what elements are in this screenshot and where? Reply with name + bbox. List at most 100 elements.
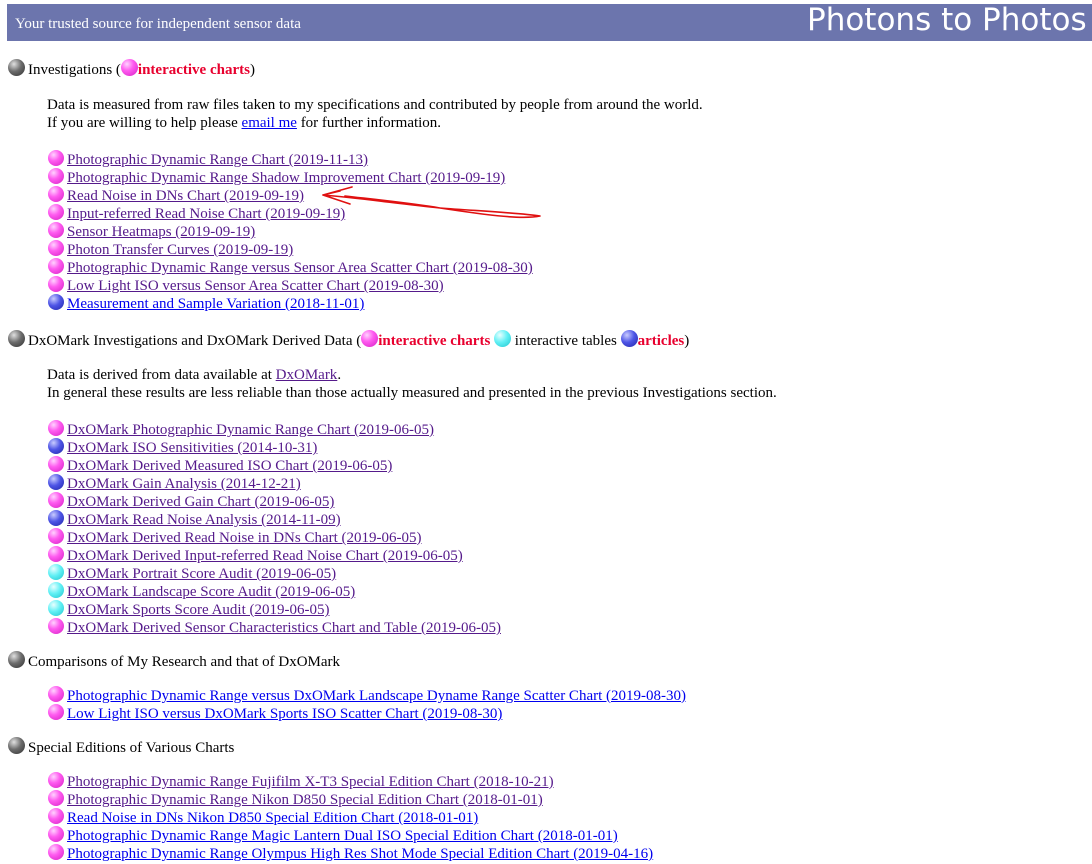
heading-text: Investigations (interactive charts) xyxy=(28,59,255,78)
dxomark-intro: Data is derived from data available at D… xyxy=(47,366,777,402)
chart-link[interactable]: Photographic Dynamic Range Olympus High … xyxy=(67,846,653,862)
interactive-tables-label: interactive tables xyxy=(511,333,621,349)
chart-link[interactable]: DxOMark Derived Sensor Characteristics C… xyxy=(67,620,501,636)
list-item[interactable]: Photographic Dynamic Range Chart (2019-1… xyxy=(48,150,368,168)
gray-ball-icon xyxy=(8,330,25,347)
chart-link[interactable]: Sensor Heatmaps (2019-09-19) xyxy=(67,224,255,240)
chart-link[interactable]: Low Light ISO versus DxOMark Sports ISO … xyxy=(67,706,502,722)
site-tagline: Your trusted source for independent sens… xyxy=(15,16,301,32)
list-item[interactable]: Measurement and Sample Variation (2018-1… xyxy=(48,294,364,312)
list-item[interactable]: DxOMark Landscape Score Audit (2019-06-0… xyxy=(48,582,355,600)
chart-link[interactable]: Read Noise in DNs Chart (2019-09-19) xyxy=(67,188,304,204)
chart-link[interactable]: Photographic Dynamic Range versus Sensor… xyxy=(67,260,533,276)
chart-link[interactable]: Input-referred Read Noise Chart (2019-09… xyxy=(67,206,345,222)
chart-link[interactable]: DxOMark Derived Input-referred Read Nois… xyxy=(67,548,463,564)
list-item[interactable]: Photographic Dynamic Range versus Sensor… xyxy=(48,258,533,276)
chart-link[interactable]: DxOMark Derived Gain Chart (2019-06-05) xyxy=(67,494,334,510)
list-item[interactable]: Sensor Heatmaps (2019-09-19) xyxy=(48,222,255,240)
intro-line: In general these results are less reliab… xyxy=(47,385,777,401)
list-item[interactable]: DxOMark Derived Input-referred Read Nois… xyxy=(48,546,463,564)
chart-link[interactable]: Photographic Dynamic Range Magic Lantern… xyxy=(67,828,618,844)
pink-ball-icon xyxy=(361,330,379,347)
pink-ball-icon xyxy=(48,808,64,824)
pink-ball-icon xyxy=(48,222,64,238)
list-item[interactable]: DxOMark Photographic Dynamic Range Chart… xyxy=(48,420,434,438)
pink-ball-icon xyxy=(48,704,64,720)
gray-ball-icon xyxy=(8,651,25,668)
list-item[interactable]: Read Noise in DNs Nikon D850 Special Edi… xyxy=(48,808,478,826)
pink-ball-icon xyxy=(48,844,64,860)
blue-ball-icon xyxy=(48,510,64,526)
list-item[interactable]: Input-referred Read Noise Chart (2019-09… xyxy=(48,204,345,222)
chart-link[interactable]: Low Light ISO versus Sensor Area Scatter… xyxy=(67,278,444,294)
chart-link[interactable]: Photographic Dynamic Range Chart (2019-1… xyxy=(67,152,368,168)
article-link[interactable]: DxOMark ISO Sensitivities (2014-10-31) xyxy=(67,440,317,456)
section-heading-dxomark: DxOMark Investigations and DxOMark Deriv… xyxy=(8,330,689,350)
chart-link[interactable]: Photographic Dynamic Range Shadow Improv… xyxy=(67,170,505,186)
intro-line: Data is measured from raw files taken to… xyxy=(47,97,703,113)
pink-ball-icon xyxy=(48,492,64,508)
list-item[interactable]: Low Light ISO versus Sensor Area Scatter… xyxy=(48,276,444,294)
gray-ball-icon xyxy=(8,59,25,76)
list-item[interactable]: DxOMark Sports Score Audit (2019-06-05) xyxy=(48,600,329,618)
list-item[interactable]: DxOMark Derived Sensor Characteristics C… xyxy=(48,618,501,636)
list-item[interactable]: Photographic Dynamic Range Olympus High … xyxy=(48,844,653,862)
list-item[interactable]: DxOMark Derived Measured ISO Chart (2019… xyxy=(48,456,392,474)
section-heading-investigations: Investigations (interactive charts) xyxy=(8,59,255,79)
gray-ball-icon xyxy=(8,737,25,754)
investigations-intro: Data is measured from raw files taken to… xyxy=(47,96,703,132)
chart-link[interactable]: Photographic Dynamic Range Fujifilm X-T3… xyxy=(67,774,554,790)
chart-link[interactable]: DxOMark Derived Measured ISO Chart (2019… xyxy=(67,458,392,474)
pink-ball-icon xyxy=(48,420,64,436)
pink-ball-icon xyxy=(48,456,64,472)
chart-link[interactable]: DxOMark Derived Read Noise in DNs Chart … xyxy=(67,530,422,546)
pink-ball-icon xyxy=(48,790,64,806)
heading-text: DxOMark Investigations and DxOMark Deriv… xyxy=(28,330,689,349)
list-item[interactable]: Photographic Dynamic Range Nikon D850 Sp… xyxy=(48,790,543,808)
list-item[interactable]: DxOMark ISO Sensitivities (2014-10-31) xyxy=(48,438,317,456)
list-item[interactable]: Photon Transfer Curves (2019-09-19) xyxy=(48,240,293,258)
table-link[interactable]: DxOMark Landscape Score Audit (2019-06-0… xyxy=(67,584,355,600)
pink-ball-icon xyxy=(48,168,64,184)
list-item[interactable]: DxOMark Gain Analysis (2014-12-21) xyxy=(48,474,301,492)
list-item[interactable]: Photographic Dynamic Range Fujifilm X-T3… xyxy=(48,772,554,790)
table-link[interactable]: DxOMark Portrait Score Audit (2019-06-05… xyxy=(67,566,336,582)
article-link[interactable]: DxOMark Read Noise Analysis (2014-11-09) xyxy=(67,512,341,528)
pink-ball-icon xyxy=(48,150,64,166)
email-me-link[interactable]: email me xyxy=(242,115,297,131)
site-title[interactable]: Photons to Photos xyxy=(807,4,1087,38)
pink-ball-icon xyxy=(48,240,64,256)
chart-link[interactable]: Photographic Dynamic Range Nikon D850 Sp… xyxy=(67,792,543,808)
pink-ball-icon xyxy=(48,546,64,562)
list-item[interactable]: Photographic Dynamic Range Magic Lantern… xyxy=(48,826,618,844)
pink-ball-icon xyxy=(48,826,64,842)
interactive-charts-label: interactive charts xyxy=(378,333,491,349)
chart-link[interactable]: Photon Transfer Curves (2019-09-19) xyxy=(67,242,293,258)
blue-ball-icon xyxy=(48,438,64,454)
list-item[interactable]: DxOMark Read Noise Analysis (2014-11-09) xyxy=(48,510,341,528)
pink-ball-icon xyxy=(48,204,64,220)
cyan-ball-icon xyxy=(48,564,64,580)
list-item[interactable]: Low Light ISO versus DxOMark Sports ISO … xyxy=(48,704,502,722)
heading-text: Comparisons of My Research and that of D… xyxy=(28,654,341,670)
list-item[interactable]: DxOMark Derived Gain Chart (2019-06-05) xyxy=(48,492,334,510)
pink-ball-icon xyxy=(48,686,64,702)
section-heading-special-editions: Special Editions of Various Charts xyxy=(8,737,234,757)
list-item[interactable]: Photographic Dynamic Range versus DxOMar… xyxy=(48,686,686,704)
article-link[interactable]: Measurement and Sample Variation (2018-1… xyxy=(67,296,364,312)
table-link[interactable]: DxOMark Sports Score Audit (2019-06-05) xyxy=(67,602,329,618)
chart-link[interactable]: DxOMark Photographic Dynamic Range Chart… xyxy=(67,422,434,438)
cyan-ball-icon xyxy=(494,330,512,347)
cyan-ball-icon xyxy=(48,582,64,598)
list-item[interactable]: DxOMark Derived Read Noise in DNs Chart … xyxy=(48,528,422,546)
site-banner: Your trusted source for independent sens… xyxy=(7,4,1092,41)
list-item[interactable]: DxOMark Portrait Score Audit (2019-06-05… xyxy=(48,564,336,582)
list-item[interactable]: Read Noise in DNs Chart (2019-09-19) xyxy=(48,186,304,204)
article-link[interactable]: DxOMark Gain Analysis (2014-12-21) xyxy=(67,476,301,492)
list-item[interactable]: Photographic Dynamic Range Shadow Improv… xyxy=(48,168,505,186)
interactive-charts-label: interactive charts xyxy=(137,62,250,78)
pink-ball-icon xyxy=(48,528,64,544)
dxomark-link[interactable]: DxOMark xyxy=(276,367,338,383)
chart-link[interactable]: Read Noise in DNs Nikon D850 Special Edi… xyxy=(67,810,478,826)
chart-link[interactable]: Photographic Dynamic Range versus DxOMar… xyxy=(67,688,686,704)
